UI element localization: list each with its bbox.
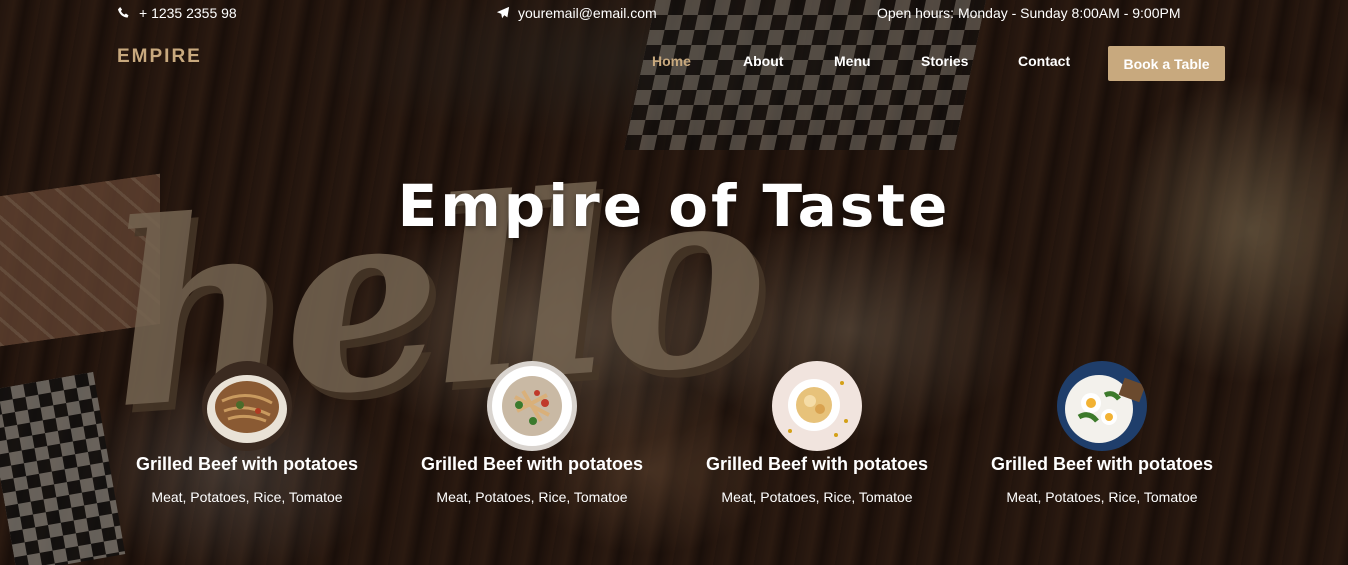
dish-card[interactable]: Grilled Beef with potatoes Meat, Potatoe…	[402, 361, 662, 505]
dish-ingredients: Meat, Potatoes, Rice, Tomatoe	[1006, 489, 1198, 505]
dish-card[interactable]: Grilled Beef with potatoes Meat, Potatoe…	[687, 361, 947, 505]
dish-ingredients: Meat, Potatoes, Rice, Tomatoe	[721, 489, 913, 505]
contact-email[interactable]: youremail@email.com	[496, 5, 657, 21]
dish-name: Grilled Beef with potatoes	[420, 454, 644, 474]
paper-plane-icon	[496, 6, 510, 20]
dish-ingredients: Meat, Potatoes, Rice, Tomatoe	[151, 489, 343, 505]
dish-card[interactable]: Grilled Beef with potatoes Meat, Potatoe…	[117, 361, 377, 505]
email-address: youremail@email.com	[518, 5, 657, 21]
nav-menu[interactable]: Menu	[834, 53, 871, 69]
phone-icon	[117, 6, 131, 20]
dish-name: Grilled Beef with potatoes	[705, 454, 929, 474]
dish-name: Grilled Beef with potatoes	[135, 454, 359, 474]
dish-card[interactable]: Grilled Beef with potatoes Meat, Potatoe…	[972, 361, 1232, 505]
dish-image	[202, 361, 292, 451]
dish-name: Grilled Beef with potatoes	[990, 454, 1214, 474]
opening-hours: Open hours: Monday - Sunday 8:00AM - 9:0…	[877, 5, 1181, 21]
nav-about[interactable]: About	[743, 53, 783, 69]
contact-phone[interactable]: + 1235 2355 98	[117, 5, 237, 21]
nav-home[interactable]: Home	[652, 53, 691, 69]
book-a-table-button[interactable]: Book a Table	[1108, 46, 1225, 81]
dish-image	[772, 361, 862, 451]
dish-ingredients: Meat, Potatoes, Rice, Tomatoe	[436, 489, 628, 505]
dish-image	[487, 361, 577, 451]
top-info-bar: + 1235 2355 98 youremail@email.com Open …	[0, 0, 1348, 28]
hero-title: Empire of Taste	[397, 172, 951, 240]
phone-number: + 1235 2355 98	[139, 5, 237, 21]
nav-contact[interactable]: Contact	[1018, 53, 1070, 69]
brand-logo[interactable]: EMPIRE	[117, 46, 202, 68]
dish-image	[1057, 361, 1147, 451]
nav-stories[interactable]: Stories	[921, 53, 968, 69]
opening-hours-text: Open hours: Monday - Sunday 8:00AM - 9:0…	[877, 5, 1181, 21]
